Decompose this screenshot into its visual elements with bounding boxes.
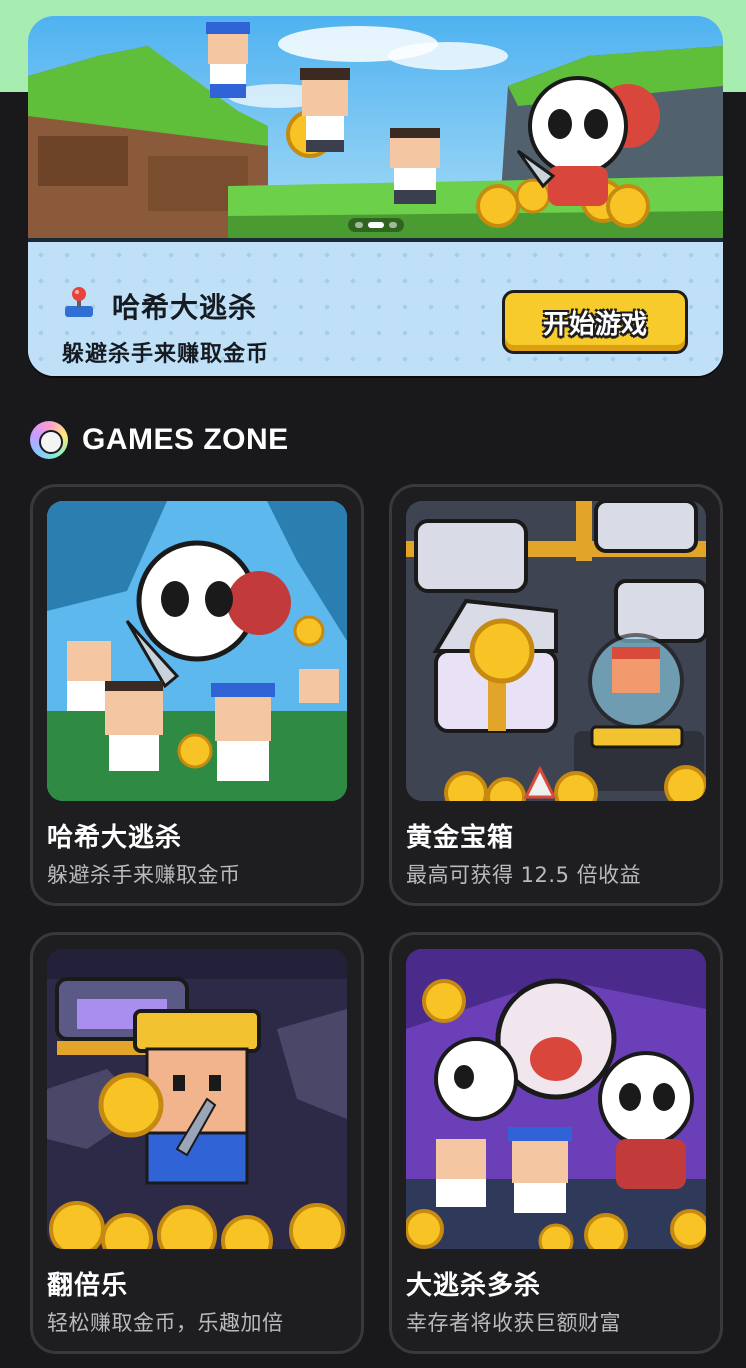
game-card-hash-escape[interactable]: 哈希大逃杀 躲避杀手来赚取金币 [30, 484, 364, 906]
banner-artwork [28, 16, 723, 240]
banner-game-subtitle: 躲避杀手来赚取金币 [62, 342, 270, 367]
carousel-dot[interactable] [355, 222, 363, 228]
game-thumbnail [47, 949, 347, 1249]
game-subtitle: 幸存者将收获巨额财富 [406, 1311, 621, 1335]
game-title: 哈希大逃杀 [47, 823, 183, 853]
joystick-icon [62, 286, 96, 320]
banner-game-title: 哈希大逃杀 [112, 291, 258, 324]
game-title: 大逃杀多杀 [406, 1271, 542, 1301]
game-subtitle: 轻松赚取金币，乐趣加倍 [47, 1311, 284, 1335]
carousel-dot[interactable] [389, 222, 397, 228]
game-title: 翻倍乐 [47, 1271, 129, 1301]
game-subtitle: 躲避杀手来赚取金币 [47, 863, 241, 887]
section-title: GAMES ZONE [82, 423, 289, 456]
game-thumbnail [406, 949, 706, 1249]
game-thumbnail [406, 501, 706, 801]
game-subtitle: 最高可获得 12.5 倍收益 [406, 863, 642, 887]
game-card-double-fun[interactable]: 翻倍乐 轻松赚取金币，乐趣加倍 [30, 932, 364, 1354]
carousel-indicator[interactable] [348, 218, 404, 232]
games-zone-header: GAMES ZONE [30, 420, 289, 460]
banner-info-panel: 哈希大逃杀 躲避杀手来赚取金币 开始游戏 [28, 242, 723, 376]
featured-game-banner[interactable]: 哈希大逃杀 躲避杀手来赚取金币 开始游戏 [28, 16, 723, 376]
rainbow-ring-icon [30, 421, 68, 459]
game-title: 黄金宝箱 [406, 823, 515, 853]
game-card-golden-chest[interactable]: 黄金宝箱 最高可获得 12.5 倍收益 [389, 484, 723, 906]
game-card-escape-multikill[interactable]: 大逃杀多杀 幸存者将收获巨额财富 [389, 932, 723, 1354]
game-thumbnail [47, 501, 347, 801]
start-game-button[interactable]: 开始游戏 [502, 290, 688, 354]
carousel-dot-active[interactable] [368, 222, 384, 228]
